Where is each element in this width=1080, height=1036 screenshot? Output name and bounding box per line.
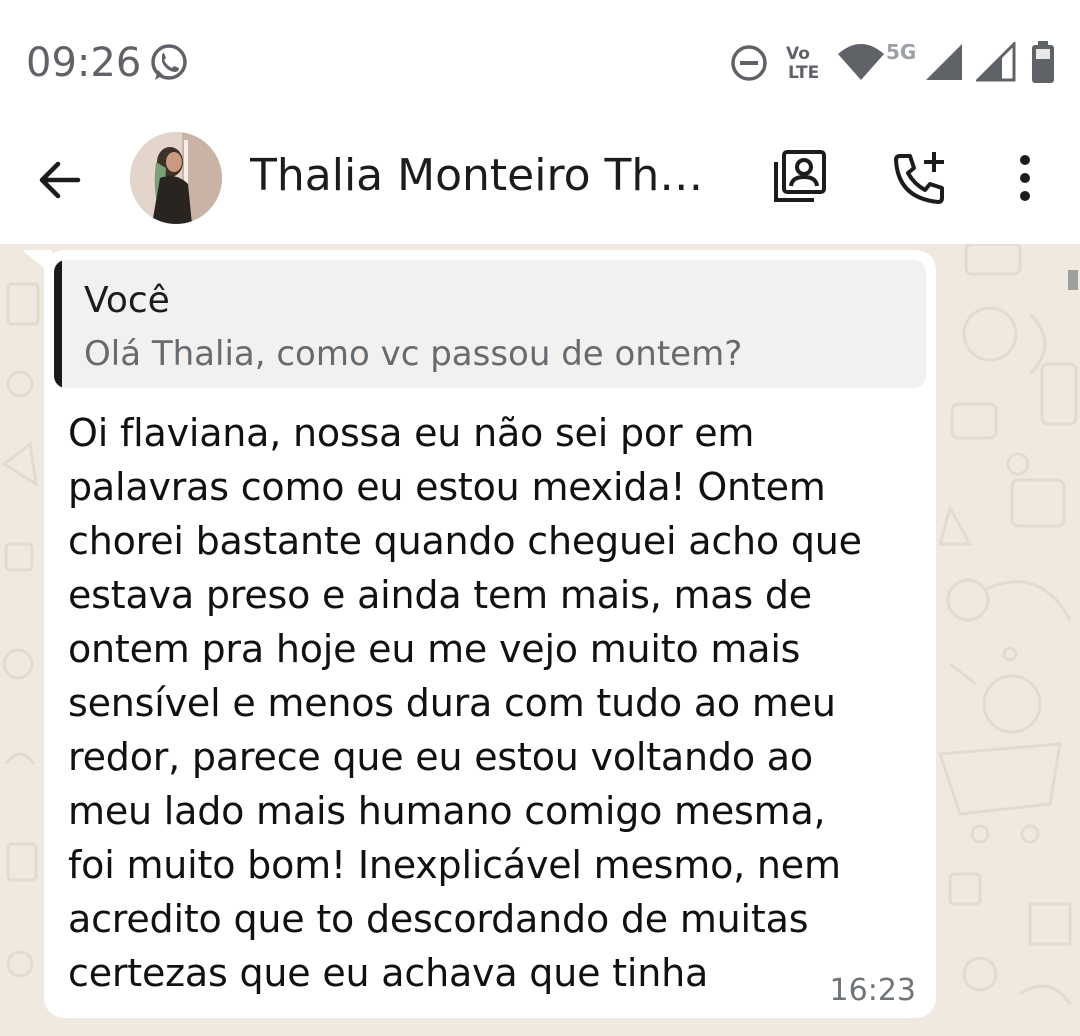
add-call-button[interactable] [890, 148, 950, 208]
message-line: meu lado mais humano comigo mesma, [68, 789, 826, 833]
more-vert-icon [1020, 155, 1030, 201]
message-line: sensível e menos dura com tudo ao meu [68, 681, 836, 725]
quote-author: Você [84, 280, 170, 321]
quoted-message[interactable]: Você Olá Thalia, como vc passou de ontem… [54, 260, 926, 388]
volte-top-label: Vo [786, 44, 810, 64]
chat-header: Thalia Monteiro Tho... [0, 120, 1080, 244]
message-line: Oi flaviana, nossa eu não sei por em [68, 411, 755, 455]
quote-bar [54, 260, 62, 388]
chat-area[interactable]: Você Olá Thalia, como vc passou de ontem… [0, 244, 1080, 1036]
status-bar: 09:26 Vo LTE 5G [0, 0, 1080, 120]
message-line: palavras como eu estou mexida! Ontem [68, 465, 826, 509]
message-line: chorei bastante quando cheguei acho que [68, 519, 862, 563]
message-line: estava preso e ainda tem mais, mas de [68, 573, 812, 617]
contact-card-icon [774, 150, 826, 202]
quote-text: Olá Thalia, como vc passou de ontem? [84, 334, 743, 374]
message-line: redor, parece que eu estou voltando ao [68, 735, 813, 779]
wifi-icon [838, 44, 884, 80]
contact-name[interactable]: Thalia Monteiro Tho... [250, 150, 720, 201]
message-line: foi muito bom! Inexplicável mesmo, nem [68, 843, 841, 887]
back-arrow-icon [39, 161, 81, 199]
signal-icon [926, 44, 962, 80]
network-type-label: 5G [886, 40, 917, 64]
scrollbar-thumb[interactable] [1068, 270, 1078, 290]
status-time: 09:26 [26, 40, 142, 86]
message-line: certezas que eu achava que tinha [68, 951, 709, 995]
message-line: acredito que to descordando de muitas [68, 897, 809, 941]
whatsapp-icon [151, 44, 187, 80]
message-text: Oi flaviana, nossa eu não sei por em pal… [68, 406, 928, 1000]
back-button[interactable] [30, 150, 90, 210]
do-not-disturb-icon [731, 45, 767, 81]
volte-icon: Vo LTE [786, 44, 830, 84]
signal-icon [976, 42, 1016, 82]
message-timestamp: 16:23 [829, 973, 916, 1008]
avatar[interactable] [130, 132, 222, 224]
more-options-button[interactable] [1000, 148, 1050, 208]
message-line: ontem pra hoje eu me vejo muito mais [68, 627, 801, 671]
contact-card-button[interactable] [770, 148, 830, 208]
add-call-icon [894, 152, 944, 204]
battery-icon [1032, 41, 1054, 83]
volte-bottom-label: LTE [788, 63, 820, 83]
avatar-image [130, 132, 222, 224]
message-bubble[interactable]: Você Olá Thalia, como vc passou de ontem… [44, 250, 936, 1018]
